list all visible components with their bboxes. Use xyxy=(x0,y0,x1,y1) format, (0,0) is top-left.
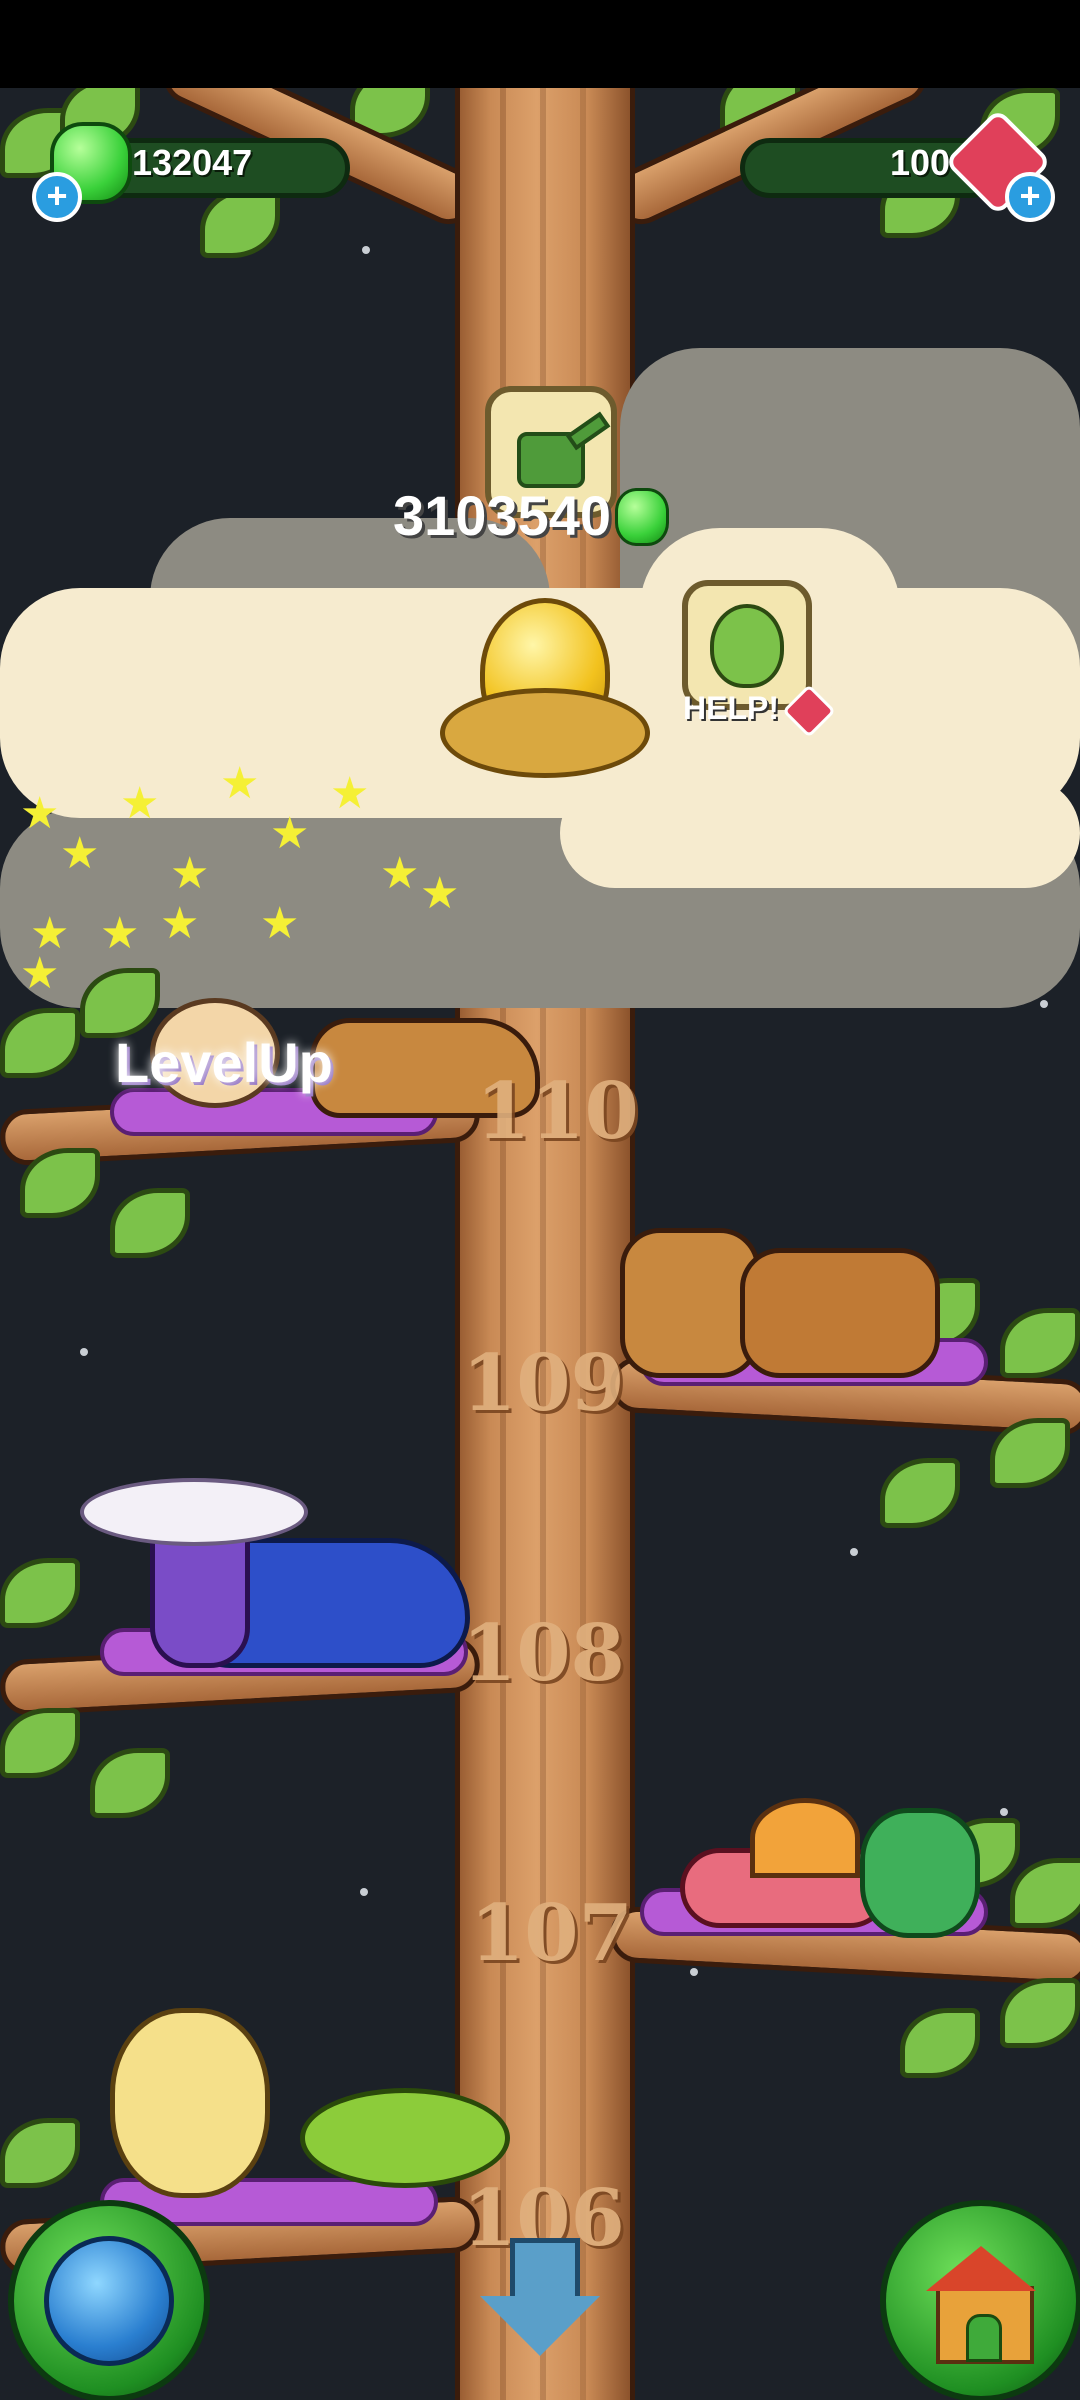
green-gem-icon xyxy=(615,488,669,546)
help-label: HELP! xyxy=(683,690,779,726)
level-110: 110 xyxy=(476,1066,639,1157)
world-map-button[interactable] xyxy=(8,2200,210,2400)
status-bar xyxy=(0,0,1080,88)
add-gems-button[interactable]: + xyxy=(32,172,82,222)
nest xyxy=(440,688,650,778)
creature-plant-turtle[interactable] xyxy=(860,1808,980,1938)
crystals-count: 100 xyxy=(890,142,951,183)
level-up-label: LevelUp xyxy=(115,1031,333,1094)
globe-icon xyxy=(44,2236,174,2366)
game-scene: 132047 + 100 + 3103540 HELP! ★ ★ ★ ★ ★ ★… xyxy=(0,88,1080,2400)
level-107: 107 xyxy=(470,1888,633,1979)
creature-jackal[interactable] xyxy=(620,1228,760,1378)
level-109: 109 xyxy=(462,1338,625,1429)
creature-jackal[interactable] xyxy=(740,1248,940,1378)
creature-lion[interactable] xyxy=(110,2008,270,2198)
wings xyxy=(80,1478,308,1546)
reward-amount: 3103540 xyxy=(393,484,612,547)
add-crystals-button[interactable]: + xyxy=(1005,172,1055,222)
scroll-down-button[interactable] xyxy=(478,2238,602,2358)
creature-dimetrodon-sail xyxy=(750,1798,860,1878)
house-icon xyxy=(926,2246,1036,2364)
level-108: 108 xyxy=(462,1608,625,1699)
home-button[interactable] xyxy=(880,2200,1080,2400)
gems-count: 132047 xyxy=(132,142,253,183)
